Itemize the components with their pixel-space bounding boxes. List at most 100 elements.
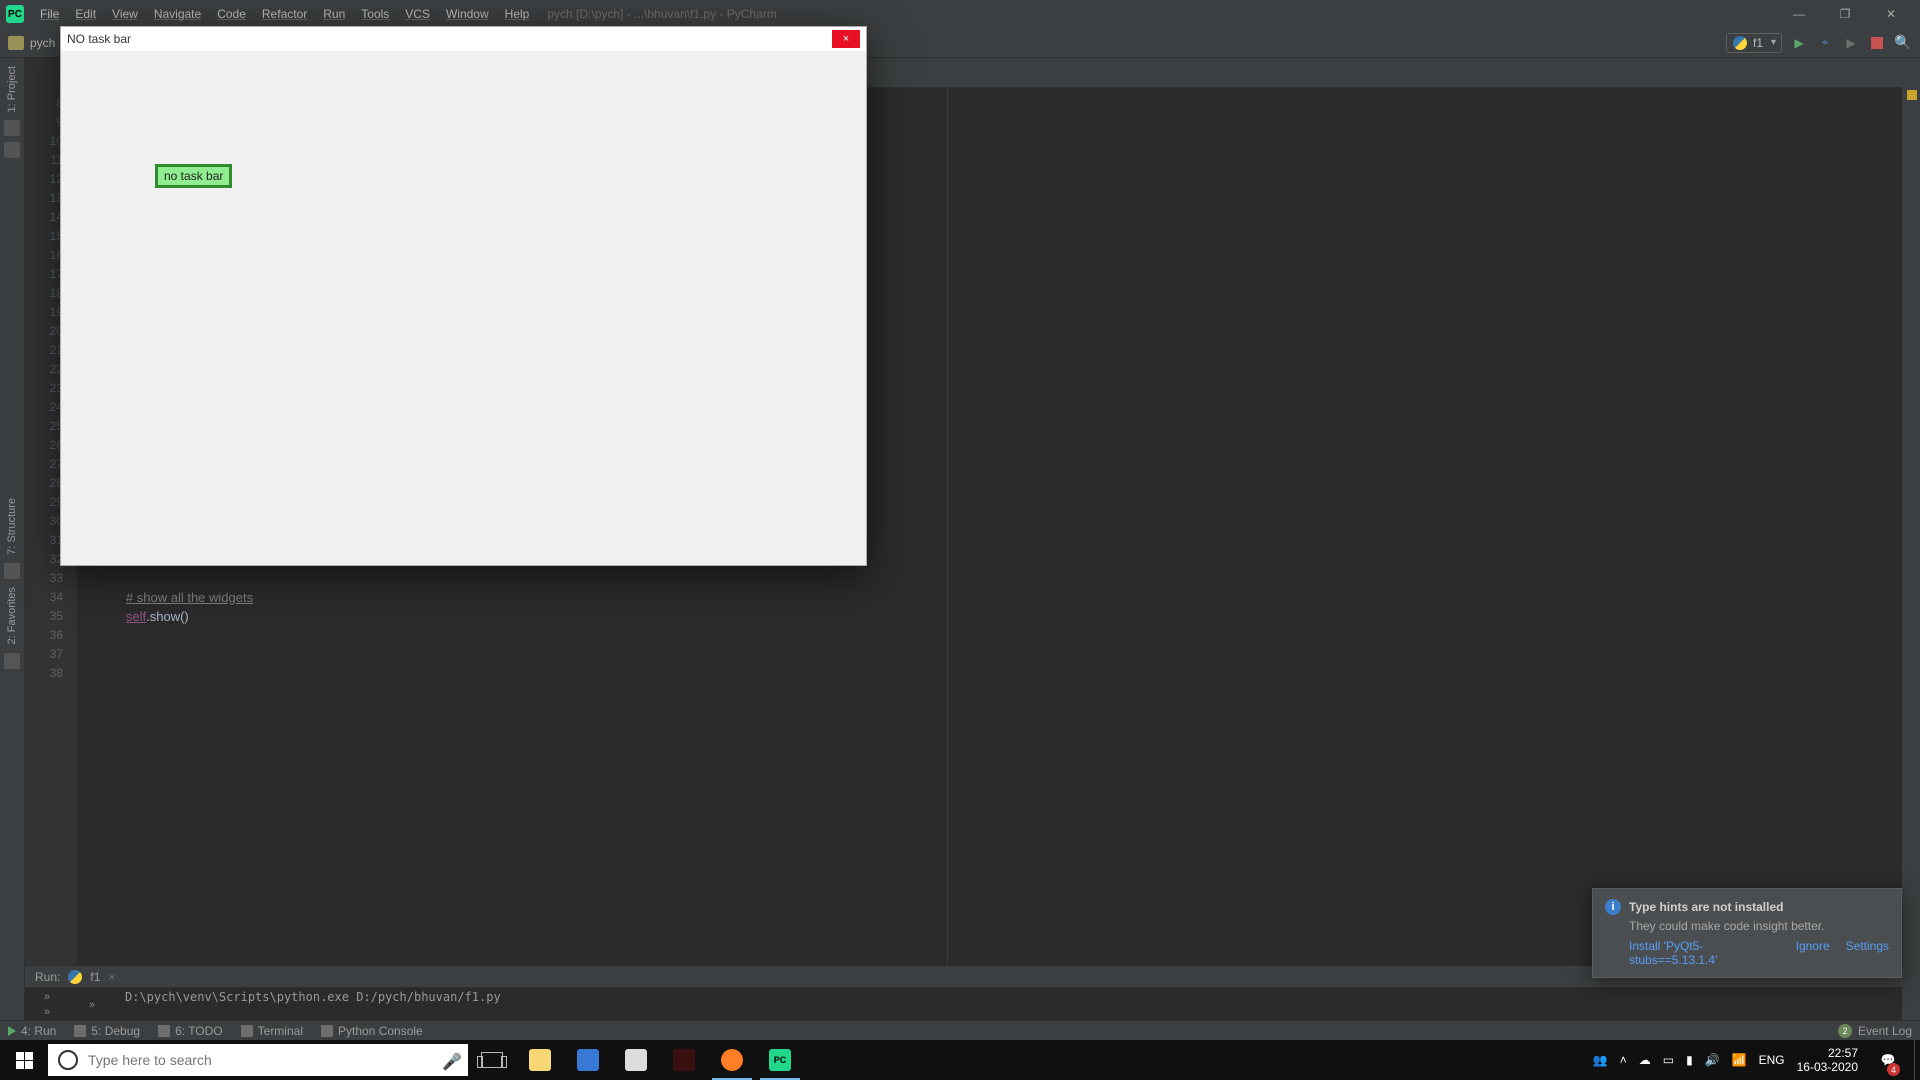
notification-ignore-link[interactable]: Ignore [1796,939,1830,967]
menu-vcs[interactable]: VCS [397,3,438,25]
menu-window[interactable]: Window [438,3,497,25]
notification-count-badge: 4 [1887,1063,1900,1076]
window-title: pych [D:\pych] - ...\bhuvan\f1.py - PyCh… [547,7,776,21]
tray-wifi-icon[interactable]: 📶 [1732,1053,1747,1067]
line-number: 33 [25,569,77,588]
notification-install-link[interactable]: Install 'PyQt5-stubs==5.13.1.4' [1629,939,1780,967]
pycharm-icon: PC [6,5,24,23]
run-config-name: f1 [1753,36,1763,50]
tool-event-log[interactable]: Event Log [1858,1024,1912,1038]
taskbar-app-pycharm[interactable]: PC [756,1040,804,1080]
tray-time: 22:57 [1797,1046,1858,1060]
menu-file[interactable]: File [32,3,67,25]
python-icon [1733,36,1747,50]
coverage-button[interactable]: ▶ [1842,34,1860,52]
folder-icon [8,36,24,50]
tray-language[interactable]: ENG [1759,1053,1785,1067]
file-explorer-icon [529,1049,551,1071]
line-number: 37 [25,645,77,664]
start-button[interactable] [0,1040,48,1080]
tray-people-icon[interactable]: 👥 [1593,1053,1608,1067]
menu-bar: File Edit View Navigate Code Refactor Ru… [32,3,537,25]
stop-button[interactable] [1868,34,1886,52]
tool-icon[interactable] [4,653,20,669]
menu-help[interactable]: Help [497,3,538,25]
taskbar-app-firefox[interactable] [708,1040,756,1080]
pyqt-window-title: NO task bar [67,32,131,46]
menu-refactor[interactable]: Refactor [254,3,315,25]
tray-date: 16-03-2020 [1797,1060,1858,1074]
close-button[interactable]: ✕ [1868,0,1914,28]
debug-button[interactable]: ⌖ [1816,34,1834,52]
tray-onedrive-icon[interactable]: ☁ [1639,1053,1651,1067]
taskbar-app-store[interactable] [564,1040,612,1080]
tool-favorites[interactable]: 2: Favorites [6,587,18,644]
line-number: 34 [25,588,77,607]
menu-edit[interactable]: Edit [67,3,104,25]
code-line: self.show() [77,607,1902,626]
tray-clock[interactable]: 22:57 16-03-2020 [1797,1046,1858,1075]
firefox-icon [721,1049,743,1071]
menu-run[interactable]: Run [315,3,353,25]
notification-title: Type hints are not installed [1629,900,1783,914]
breadcrumb-root[interactable]: pych [30,36,55,50]
error-stripe[interactable] [1902,58,1920,1020]
notification-settings-link[interactable]: Settings [1846,939,1889,967]
run-output[interactable]: D:\pych\venv\Scripts\python.exe D:/pych/… [115,988,1902,1021]
run-button[interactable]: ▶ [1790,34,1808,52]
taskbar-search[interactable]: 🎤 [48,1044,468,1076]
maximize-button[interactable]: ❐ [1822,0,1868,28]
menu-view[interactable]: View [104,3,146,25]
tool-run[interactable]: 4: Run [8,1024,56,1038]
pycharm-icon: PC [769,1049,791,1071]
warning-marker[interactable] [1907,90,1917,100]
taskbar-app-explorer[interactable] [516,1040,564,1080]
rerun-icon[interactable]: » [44,991,50,1003]
mic-icon[interactable]: 🎤 [442,1052,458,1068]
close-icon[interactable]: × [108,970,115,984]
minimize-button[interactable]: — [1776,0,1822,28]
cortana-icon [58,1050,78,1070]
bottom-tool-strip: 4: Run 5: Debug 6: TODO Terminal Python … [0,1020,1920,1040]
tool-debug[interactable]: 5: Debug [74,1024,140,1038]
menu-code[interactable]: Code [209,3,254,25]
run-config-select[interactable]: f1 [1726,33,1782,53]
taskbar-app-predator[interactable] [660,1040,708,1080]
info-icon: i [1605,899,1621,915]
search-everywhere-button[interactable]: 🔍 [1894,34,1912,52]
more-icon[interactable]: » [44,1006,50,1018]
run-tool-label: Run: [35,970,60,984]
line-number: 38 [25,664,77,683]
tool-todo[interactable]: 6: TODO [158,1024,223,1038]
tool-structure[interactable]: 7: Structure [6,498,18,555]
tool-icon[interactable] [4,120,20,136]
tool-icon[interactable] [4,563,20,579]
tool-python-console[interactable]: Python Console [321,1024,423,1038]
tray-battery-icon[interactable]: ▮ [1686,1053,1693,1067]
tool-project[interactable]: 1: Project [6,66,18,112]
stop-icon[interactable]: » [89,999,95,1011]
tray-display-icon[interactable]: ▭ [1663,1053,1674,1067]
tray-chevron-up-icon[interactable]: ˄ [1620,1053,1627,1067]
predator-icon [673,1049,695,1071]
menu-navigate[interactable]: Navigate [146,3,209,25]
notification-balloon: i Type hints are not installed They coul… [1592,888,1902,978]
python-icon [68,970,82,984]
tool-terminal[interactable]: Terminal [241,1024,303,1038]
task-view-icon [481,1052,503,1068]
pyqt-window[interactable]: NO task bar × no task bar [60,26,867,566]
line-number: 35 [25,607,77,626]
windows-icon [16,1052,33,1069]
show-desktop-button[interactable] [1914,1040,1920,1080]
tray-volume-icon[interactable]: 🔊 [1705,1053,1720,1067]
taskbar-app-mail[interactable] [612,1040,660,1080]
pyqt-close-button[interactable]: × [832,30,860,48]
pyqt-titlebar[interactable]: NO task bar × [61,27,866,51]
code-line: # show all the widgets [77,588,1902,607]
task-view-button[interactable] [468,1040,516,1080]
tool-icon[interactable] [4,142,20,158]
search-input[interactable] [88,1052,442,1068]
menu-tools[interactable]: Tools [353,3,397,25]
system-tray: 👥 ˄ ☁ ▭ ▮ 🔊 📶 ENG 22:57 16-03-2020 💬4 [1585,1040,1914,1080]
action-center-button[interactable]: 💬4 [1870,1040,1906,1080]
